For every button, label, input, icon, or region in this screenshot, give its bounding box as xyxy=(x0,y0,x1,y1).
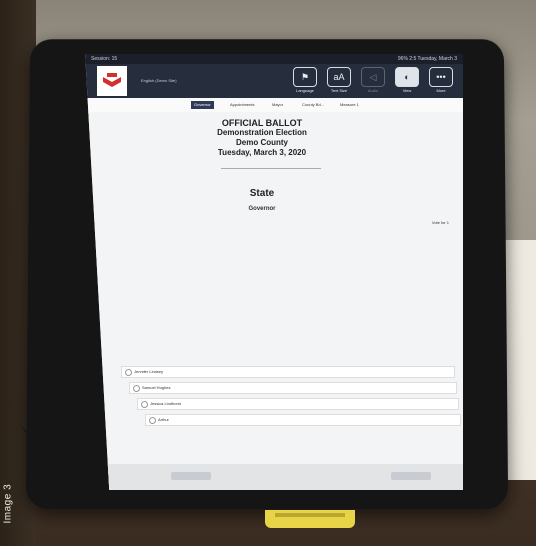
radio-icon xyxy=(141,401,148,408)
more-button[interactable]: ••• More xyxy=(429,67,453,95)
text-size-icon: aA xyxy=(327,67,351,87)
ballot-heading: OFFICIAL BALLOT Demonstration Election D… xyxy=(85,118,463,158)
radio-icon xyxy=(125,369,132,376)
candidate-name: Samuel Hughes xyxy=(142,385,171,390)
app-header: English (Demo Site) ⚑ Language aA Text S… xyxy=(85,64,463,98)
tab-governor[interactable]: Governor xyxy=(191,101,214,109)
text-size-label: Text Size xyxy=(330,88,348,93)
header-title: English (Demo Site) xyxy=(141,78,177,83)
ballot-screen: Session: 15 96% 2:5 Tuesday, March 3 Eng… xyxy=(85,54,463,490)
logo-chevron-icon xyxy=(103,73,121,87)
radio-icon xyxy=(149,417,156,424)
candidate-name: Jessica Lindhorst xyxy=(150,401,181,406)
audio-button[interactable]: ◁ Audio xyxy=(361,67,385,95)
candidate-option[interactable]: Jennifer Lindsey xyxy=(121,366,455,378)
more-icon: ••• xyxy=(429,67,453,87)
stand-slot xyxy=(275,513,345,517)
status-left: Session: 15 xyxy=(91,56,118,62)
ballot-content: OFFICIAL BALLOT Demonstration Election D… xyxy=(85,112,463,490)
election-name: Demonstration Election xyxy=(217,128,307,137)
tab-mayor[interactable]: Mayor xyxy=(269,101,286,109)
next-button[interactable] xyxy=(391,472,431,480)
divider xyxy=(221,168,321,169)
tablet-stand xyxy=(265,510,355,528)
status-bar: Session: 15 96% 2:5 Tuesday, March 3 xyxy=(85,54,463,64)
tab-county-board[interactable]: County Bd... xyxy=(299,101,327,109)
vote-for-label: Vote for 1 xyxy=(431,220,449,225)
candidate-name: Arthur xyxy=(158,417,169,422)
candidate-option[interactable]: Arthur xyxy=(145,414,461,426)
speaker-icon: ◁ xyxy=(361,67,385,87)
radio-icon xyxy=(133,385,140,392)
section-title: State xyxy=(249,188,275,199)
contest-tabs: Governor Appointments Mayor County Bd...… xyxy=(85,98,463,113)
county-name: Demo County xyxy=(236,138,288,147)
ballot-footer xyxy=(85,464,463,490)
candidate-option[interactable]: Jessica Lindhorst xyxy=(137,398,459,410)
flag-icon: ⚑ xyxy=(293,67,317,87)
candidate-option[interactable]: Samuel Hughes xyxy=(129,382,457,394)
back-button[interactable] xyxy=(171,472,211,480)
contest-title: Governor xyxy=(248,206,276,212)
election-date: Tuesday, March 3, 2020 xyxy=(217,148,307,157)
text-size-button[interactable]: aA Text Size xyxy=(327,67,351,95)
photo-credit: Image 3 xyxy=(2,483,14,524)
tab-measure-1[interactable]: Measure 1 xyxy=(337,101,362,109)
view-icon: ◐ xyxy=(395,67,419,87)
more-label: More xyxy=(436,88,446,93)
logo xyxy=(97,66,127,96)
ballot-title: OFFICIAL BALLOT xyxy=(221,118,303,128)
view-label: View xyxy=(402,88,412,93)
view-button[interactable]: ◐ View xyxy=(395,67,419,95)
tab-appointments[interactable]: Appointments xyxy=(227,101,257,109)
language-label: Language xyxy=(296,88,314,93)
audio-label: Audio xyxy=(367,88,379,93)
language-button[interactable]: ⚑ Language xyxy=(293,67,317,95)
candidate-name: Jennifer Lindsey xyxy=(134,369,164,374)
status-right: 96% 2:5 Tuesday, March 3 xyxy=(397,56,457,62)
